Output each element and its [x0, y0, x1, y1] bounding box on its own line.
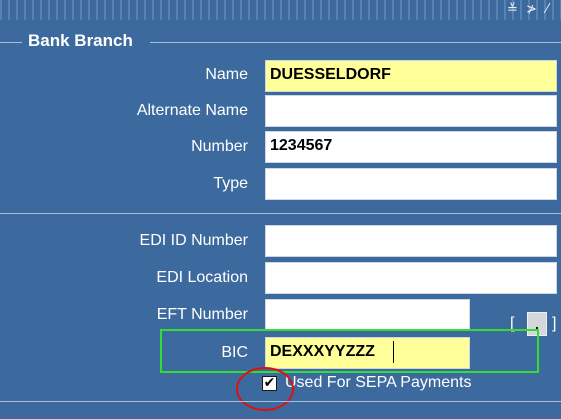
- lov-close-bracket: ]: [552, 315, 557, 332]
- edi-location-field[interactable]: [265, 262, 557, 294]
- eft-number-label: EFT Number: [156, 306, 248, 323]
- toolbar-glyph-3: ⁄: [546, 2, 549, 17]
- bank-branch-form: ≚ ≯ ⁄ Bank Branch Name DUESSELDORF Alter…: [0, 0, 561, 419]
- type-field[interactable]: [265, 168, 557, 200]
- section-divider: [0, 213, 561, 214]
- eft-number-field[interactable]: [265, 299, 470, 331]
- toolbar-glyph-2: ≯: [526, 2, 537, 17]
- alternate-name-field[interactable]: [265, 95, 557, 127]
- checkbox-highlight-circle: [236, 367, 294, 411]
- section-title: Bank Branch: [22, 31, 139, 51]
- alternate-name-label: Alternate Name: [136, 102, 248, 119]
- name-label: Name: [205, 66, 248, 83]
- bottom-divider: [0, 401, 561, 402]
- section-title-rule-right: [150, 42, 561, 43]
- section-title-rule-left: [0, 42, 22, 43]
- edi-id-number-label: EDI ID Number: [139, 232, 248, 249]
- toolbar-glyph-1: ≚: [507, 2, 518, 17]
- window-toolbar-strip: ≚ ≯ ⁄: [0, 0, 561, 20]
- bic-highlight-box: [160, 329, 539, 373]
- number-field[interactable]: 1234567: [265, 131, 557, 163]
- type-label: Type: [213, 175, 248, 192]
- edi-location-label: EDI Location: [156, 269, 248, 286]
- number-label: Number: [191, 138, 248, 155]
- edi-id-number-field[interactable]: [265, 225, 557, 257]
- sepa-checkbox-label[interactable]: Used For SEPA Payments: [285, 373, 471, 393]
- name-field[interactable]: DUESSELDORF: [265, 60, 557, 92]
